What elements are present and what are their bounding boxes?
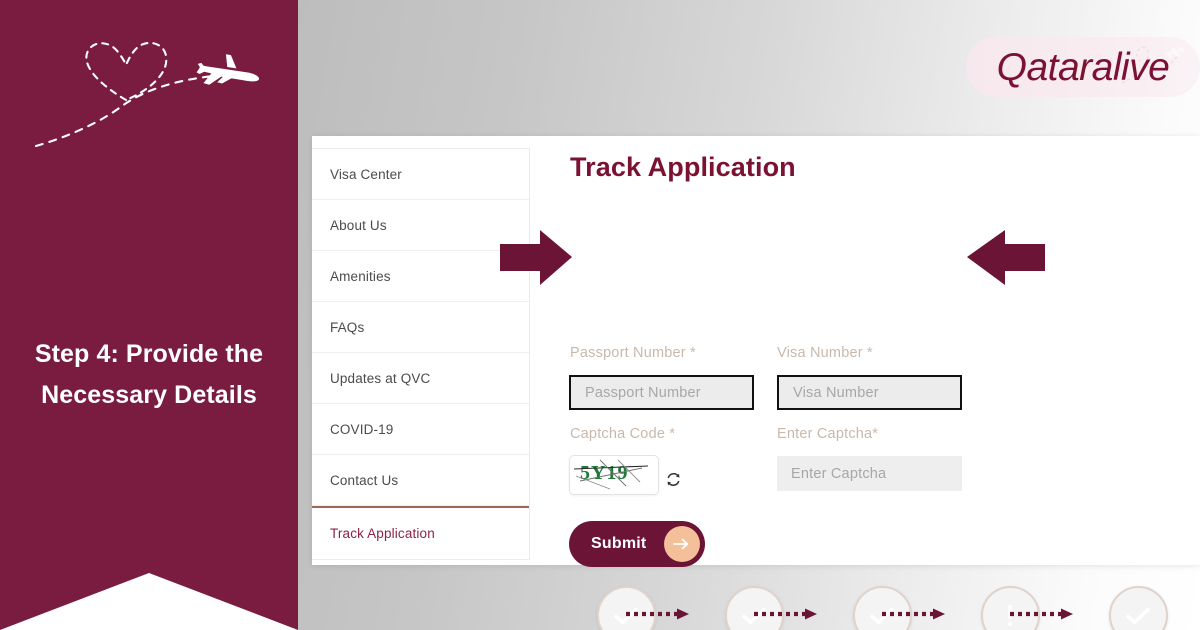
tracker-step-results-available-with-employer[interactable]: Results Available with Employer: [1074, 586, 1200, 630]
screenshot-root: Qataralive Visa Center About Us Amenitie…: [0, 0, 1200, 630]
refresh-icon[interactable]: [666, 472, 681, 487]
sidebar-item-visa-center[interactable]: Visa Center: [312, 149, 529, 200]
sidebar-item-about-us[interactable]: About Us: [312, 200, 529, 251]
captcha-noise-lines: [573, 459, 649, 490]
tracker-steps-row: Application Confirmed Biometric Enrolmen…: [562, 586, 1200, 630]
dotted-arrow-icon: [1010, 608, 1073, 620]
logo-text: Qataralive: [996, 45, 1170, 89]
sidebar-item-track-application[interactable]: Track Application: [312, 506, 529, 559]
enter-captcha-label: Enter Captcha*: [777, 426, 879, 442]
airplane-icon: [196, 54, 260, 85]
dashed-heart-icon: [85, 41, 168, 102]
heart-plane-graphic: [34, 41, 260, 148]
sidebar-item-amenities[interactable]: Amenities: [312, 251, 529, 302]
sidebar-item-label: Contact Us: [330, 472, 399, 488]
step-caption: Step 4: Provide the Necessary Details: [0, 334, 298, 416]
sidebar-item-contact-us[interactable]: Contact Us: [312, 455, 529, 506]
qataralive-logo: Qataralive: [966, 37, 1200, 97]
submit-button[interactable]: Submit: [569, 521, 705, 567]
sidebar-item-label: FAQs: [330, 319, 365, 335]
sidebar-item-label: COVID-19: [330, 421, 394, 437]
sidebar-item-updates-at-qvc[interactable]: Updates at QVC: [312, 353, 529, 404]
captcha-code-label: Captcha Code *: [570, 426, 676, 442]
application-progress-tracker: Application Confirmed Biometric Enrolmen…: [562, 586, 1200, 630]
sidebar-item-label: Track Application: [330, 526, 435, 541]
sidebar-item-label: Updates at QVC: [330, 370, 431, 386]
captcha-image: 5Y19: [569, 455, 659, 495]
page-title: Track Application: [570, 152, 796, 182]
dotted-arrow-icon: [754, 608, 817, 620]
sidebar-item-covid-19[interactable]: COVID-19: [312, 404, 529, 455]
step-circle: [1108, 586, 1168, 630]
dotted-arrow-icon: [882, 608, 945, 620]
track-application-form: Track Application Passport Number * Visa…: [558, 136, 1200, 567]
left-banner-panel: Step 4: Provide the Necessary Details: [0, 0, 298, 630]
sidebar-item-label: About Us: [330, 217, 387, 233]
dotted-arrow-icon: [626, 608, 689, 620]
annotation-arrow-left: [500, 230, 572, 285]
visa-number-label: Visa Number *: [777, 345, 873, 361]
sidebar-nav: Visa Center About Us Amenities FAQs Upda…: [312, 148, 530, 560]
check-icon: [1126, 607, 1150, 624]
step-caption-line-2: Necessary Details: [41, 381, 257, 409]
submit-button-label: Submit: [591, 535, 647, 552]
enter-captcha-input[interactable]: [777, 456, 962, 491]
dashed-trail: [34, 74, 216, 148]
step-caption-line-1: Step 4: Provide the: [34, 340, 264, 368]
content-card: Visa Center About Us Amenities FAQs Upda…: [312, 136, 1200, 630]
annotation-arrow-right: [967, 230, 1045, 285]
passport-number-input[interactable]: [569, 375, 754, 410]
sidebar-item-label: Visa Center: [330, 166, 402, 182]
passport-number-label: Passport Number *: [570, 345, 696, 361]
visa-number-input[interactable]: [777, 375, 962, 410]
sidebar-item-faqs[interactable]: FAQs: [312, 302, 529, 353]
sidebar-item-label: Amenities: [330, 268, 391, 284]
arrow-right-icon: [664, 526, 700, 562]
